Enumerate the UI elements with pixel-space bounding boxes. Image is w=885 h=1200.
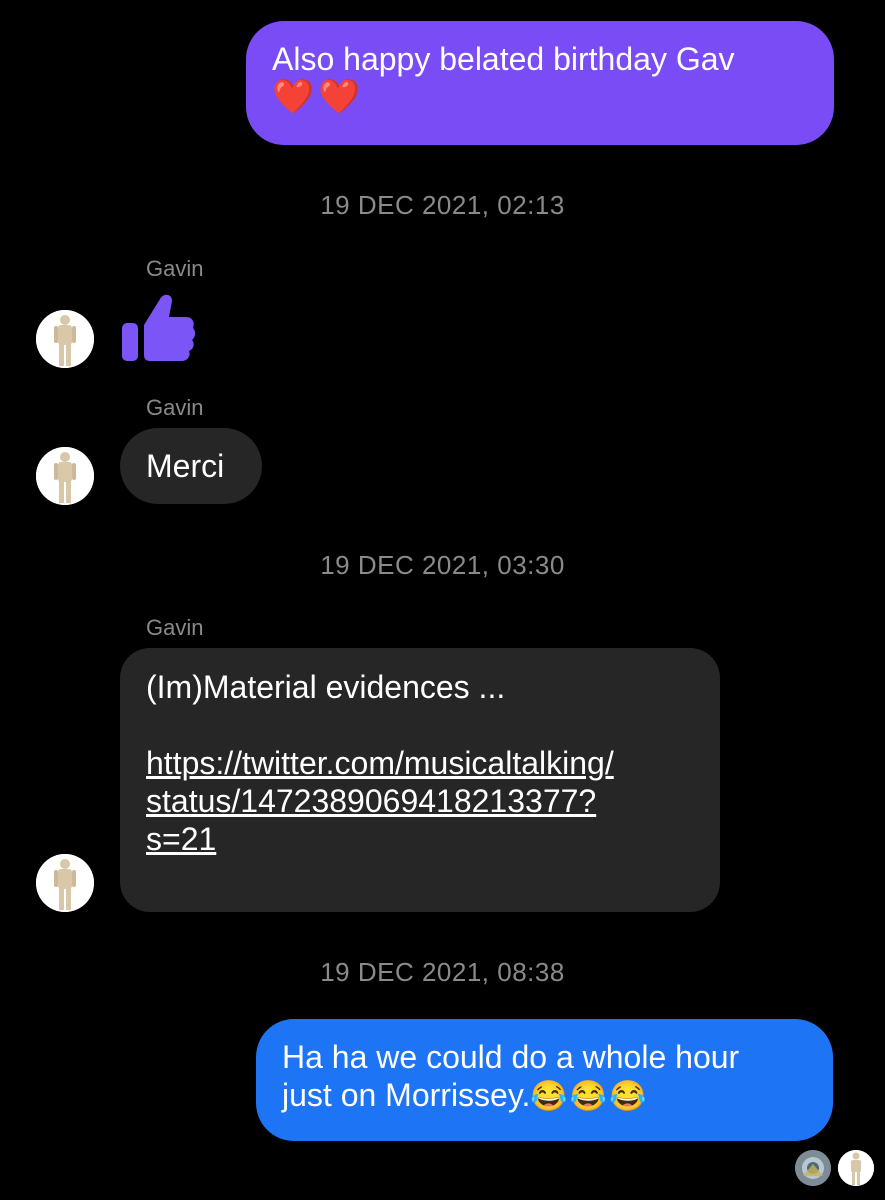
sent-message-bubble[interactable]: Also happy belated birthday Gav ❤️❤️ — [246, 21, 834, 145]
message-text-line2: just on Morrissey.😂😂😂 — [282, 1076, 807, 1116]
sender-name: Gavin — [146, 256, 204, 281]
link-text[interactable]: status/1472389069418213377? — [146, 782, 694, 820]
timestamp: 19 DEC 2021, 02:13 — [320, 190, 565, 220]
sender-name: Gavin — [146, 615, 204, 640]
thumbs-up-icon[interactable] — [120, 289, 196, 365]
received-message-bubble[interactable]: (Im)Material evidences ... https://twitt… — [120, 648, 720, 912]
sent-message-bubble[interactable]: Ha ha we could do a whole hour just on M… — [256, 1019, 833, 1141]
heart-emoji: ❤️❤️ — [272, 78, 365, 116]
message-text: just on Morrissey. — [282, 1077, 531, 1113]
avatar-gavin[interactable] — [36, 447, 94, 505]
avatar-gavin[interactable] — [36, 854, 94, 912]
link-text[interactable]: https://twitter.com/musicaltalking/ — [146, 744, 694, 782]
read-receipt-avatar — [795, 1150, 831, 1186]
message-text: (Im)Material evidences ... — [146, 669, 506, 705]
received-message-bubble[interactable]: Merci — [120, 428, 262, 504]
message-text: Also happy belated birthday Gav — [272, 41, 735, 77]
line-spacer — [146, 706, 694, 744]
message-text: Ha ha we could do a whole hour — [282, 1039, 740, 1075]
timestamp: 19 DEC 2021, 08:38 — [320, 957, 565, 987]
laughing-emoji: 😂😂😂 — [530, 1080, 649, 1113]
timestamp: 19 DEC 2021, 03:30 — [320, 550, 565, 580]
sender-name: Gavin — [146, 395, 204, 420]
message-text: Merci — [146, 448, 225, 484]
link-text[interactable]: s=21 — [146, 820, 694, 858]
avatar-gavin[interactable] — [36, 310, 94, 368]
read-receipt-avatar — [838, 1150, 874, 1186]
